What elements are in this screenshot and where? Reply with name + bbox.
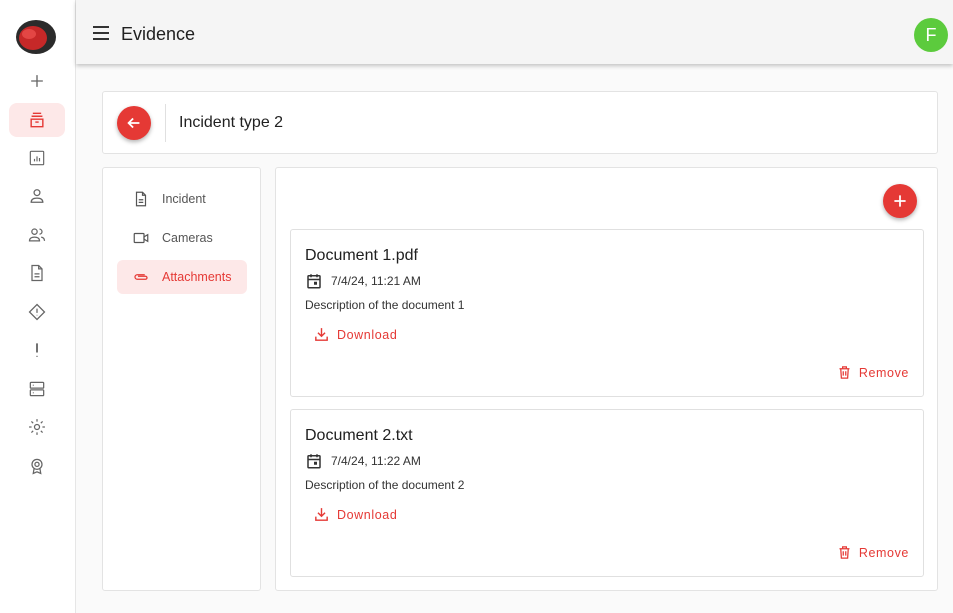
rail-item-awards[interactable] xyxy=(9,449,65,483)
attachment-description: Description of the document 2 xyxy=(305,478,465,492)
calendar-icon xyxy=(307,454,321,469)
navigation-rail xyxy=(0,0,76,613)
chart-icon xyxy=(29,150,45,166)
badge-icon xyxy=(31,458,43,475)
rail-item-documents[interactable] xyxy=(9,256,65,290)
attachment-card: Document 2.txt 7/4/24, 11:22 AM Descript… xyxy=(290,409,924,577)
rail-item-user[interactable] xyxy=(9,179,65,213)
add-attachment-button[interactable] xyxy=(883,184,917,218)
tab-label: Incident xyxy=(162,192,206,206)
trash-icon xyxy=(839,546,850,559)
plus-icon xyxy=(31,75,43,87)
people-icon xyxy=(28,228,46,242)
server-icon xyxy=(29,381,45,397)
rail-item-reports[interactable] xyxy=(9,141,65,175)
calendar-icon xyxy=(307,274,321,289)
attachment-name: Document 1.pdf xyxy=(305,247,418,264)
menu-button[interactable] xyxy=(90,22,112,44)
rail-item-warnings[interactable] xyxy=(9,333,65,367)
arrow-left-icon xyxy=(127,117,140,129)
rail-item-servers[interactable] xyxy=(9,372,65,406)
attachment-date: 7/4/24, 11:22 AM xyxy=(331,454,421,468)
tab-label: Cameras xyxy=(162,231,213,245)
rail-item-users[interactable] xyxy=(9,218,65,252)
download-icon xyxy=(315,508,328,521)
download-label: Download xyxy=(337,327,398,342)
incident-header: Incident type 2 xyxy=(102,91,938,154)
download-label: Download xyxy=(337,507,398,522)
attachment-description: Description of the document 1 xyxy=(305,298,465,312)
remove-label: Remove xyxy=(858,545,909,560)
remove-button[interactable]: Remove xyxy=(837,365,909,380)
document-icon xyxy=(31,264,43,282)
download-button[interactable]: Download xyxy=(313,326,397,343)
top-app-bar: Evidence F xyxy=(76,0,953,64)
rail-item-settings[interactable] xyxy=(9,410,65,444)
remove-label: Remove xyxy=(858,365,909,380)
attachments-panel: Document 1.pdf 7/4/24, 11:21 AM Descript… xyxy=(275,167,938,591)
download-button[interactable]: Download xyxy=(313,506,397,523)
user-avatar[interactable]: F xyxy=(914,18,948,52)
trash-icon xyxy=(839,366,850,379)
tab-incident[interactable]: Incident xyxy=(117,182,247,216)
rail-item-evidence[interactable] xyxy=(9,103,65,137)
app-title: Evidence xyxy=(121,24,196,44)
incident-title: Incident type 2 xyxy=(179,114,284,131)
incident-tabs: Incident Cameras Attachments xyxy=(102,167,261,591)
attachment-card: Document 1.pdf 7/4/24, 11:21 AM Descript… xyxy=(290,229,924,397)
exclamation-icon xyxy=(36,343,38,357)
document-icon xyxy=(135,191,147,207)
attachment-date: 7/4/24, 11:21 AM xyxy=(331,274,421,288)
rail-item-add[interactable] xyxy=(9,64,65,98)
paperclip-icon xyxy=(134,274,148,280)
archive-icon xyxy=(30,112,44,128)
header-divider xyxy=(165,104,166,142)
download-icon xyxy=(315,328,328,341)
video-camera-icon xyxy=(133,232,149,244)
attachment-date-row: 7/4/24, 11:21 AM xyxy=(305,272,421,290)
rail-item-alerts[interactable] xyxy=(9,295,65,329)
plus-icon xyxy=(894,195,906,207)
tab-cameras[interactable]: Cameras xyxy=(117,221,247,255)
hamburger-menu-icon xyxy=(93,26,109,40)
back-button[interactable] xyxy=(117,106,151,140)
remove-button[interactable]: Remove xyxy=(837,545,909,560)
gear-icon xyxy=(29,419,45,435)
app-logo[interactable] xyxy=(15,19,57,55)
tab-attachments[interactable]: Attachments xyxy=(117,260,247,294)
tab-label: Attachments xyxy=(162,270,232,284)
attachment-date-row: 7/4/24, 11:22 AM xyxy=(305,452,421,470)
person-icon xyxy=(30,189,44,203)
attachment-name: Document 2.txt xyxy=(305,427,413,444)
diamond-alert-icon xyxy=(28,303,46,321)
